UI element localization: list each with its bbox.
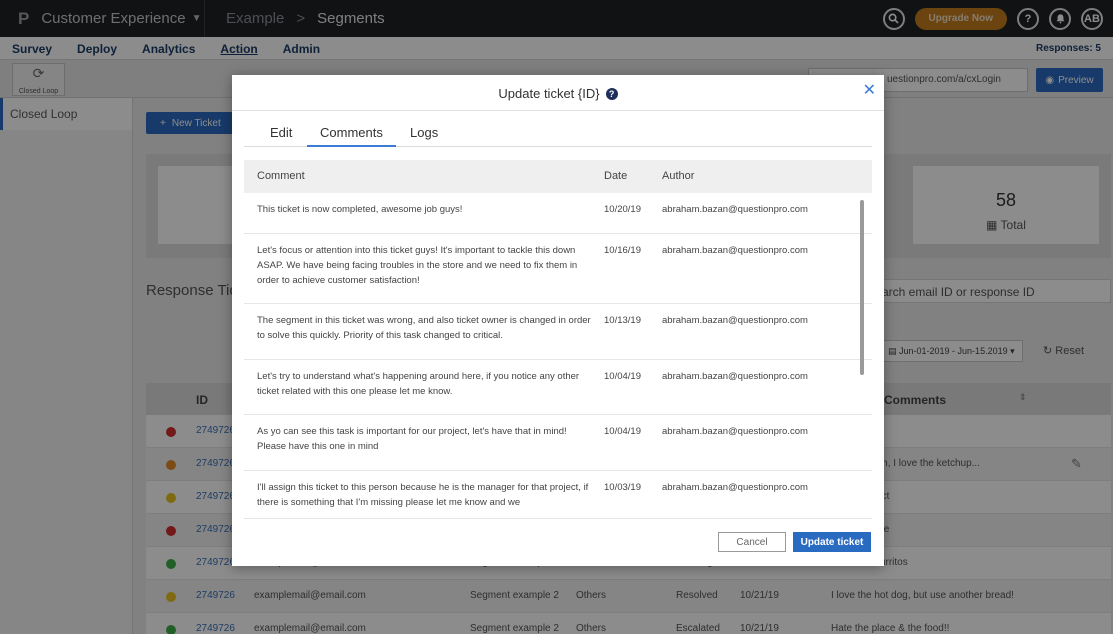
comment-row: Let's focus or attention into this ticke… [244,234,872,304]
comment-text: Let's try to understand what's happening… [257,371,580,397]
close-icon[interactable]: ✕ [863,83,876,99]
comment-row: The segment in this ticket was wrong, an… [244,304,872,360]
modal-header: Update ticket {ID}? ✕ [232,75,884,111]
comment-author: abraham.bazan@questionpro.com [662,245,808,256]
comment-row: This ticket is now completed, awesome jo… [244,193,872,234]
comment-date: 10/16/19 [604,245,641,256]
col-header-comment: Comment [257,170,305,182]
comment-date: 10/20/19 [604,204,641,215]
col-header-date: Date [604,170,628,182]
comment-row: Let's try to understand what's happening… [244,360,872,415]
comments-table: Comment Date Author This ticket is now c… [244,160,872,520]
comment-author: abraham.bazan@questionpro.com [662,371,808,382]
comment-text: As yo can see this task is important for… [257,426,567,452]
tab-logs[interactable]: Logs [410,125,438,140]
modal-tabs: Edit Comments Logs [244,119,872,147]
cancel-button[interactable]: Cancel [718,532,786,552]
col-header-author: Author [662,170,695,182]
comment-text: This ticket is now completed, awesome jo… [257,204,463,215]
tab-comments[interactable]: Comments [307,125,396,147]
comment-date: 10/04/19 [604,371,641,382]
comment-author: abraham.bazan@questionpro.com [662,315,808,326]
comment-date: 10/13/19 [604,315,641,326]
comment-text: I'll assign this ticket to this person b… [257,482,589,508]
comments-table-header: Comment Date Author [244,160,872,193]
modal-title: Update ticket {ID} [498,86,600,101]
comment-text: Let's focus or attention into this ticke… [257,245,578,286]
comment-text: The segment in this ticket was wrong, an… [257,315,591,341]
comment-date: 10/04/19 [604,426,641,437]
comment-row: As yo can see this task is important for… [244,415,872,471]
tab-edit[interactable]: Edit [270,125,292,140]
comments-scrollbar[interactable] [860,200,864,375]
comment-row: I'll assign this ticket to this person b… [244,471,872,520]
update-ticket-modal: Update ticket {ID}? ✕ Edit Comments Logs… [232,75,884,566]
comment-author: abraham.bazan@questionpro.com [662,426,808,437]
comment-author: abraham.bazan@questionpro.com [662,482,808,493]
comment-author: abraham.bazan@questionpro.com [662,204,808,215]
help-icon[interactable]: ? [605,88,618,100]
comment-date: 10/03/19 [604,482,641,493]
modal-footer-divider [244,518,872,519]
update-ticket-button[interactable]: Update ticket [793,532,871,552]
